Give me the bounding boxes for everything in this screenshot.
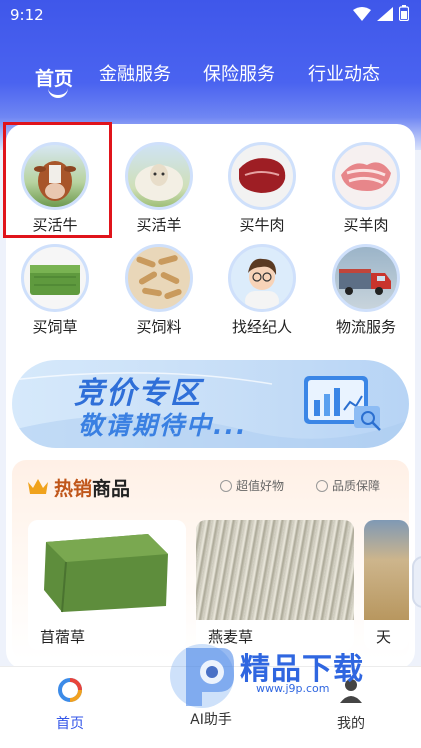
- category-label: 买饲草: [32, 318, 78, 336]
- nav-label: AI助手: [190, 712, 232, 728]
- battery-icon: [398, 5, 410, 25]
- category-label: 买牛肉: [239, 216, 285, 234]
- ai-assistant-icon: [198, 677, 224, 703]
- perk-label: 超值好物: [236, 479, 285, 493]
- category-label: 买活羊: [136, 216, 182, 234]
- alfalfa-hay-image: [28, 520, 186, 620]
- tab-insurance[interactable]: 保险服务: [203, 60, 275, 86]
- dashboard-chart-icon: [294, 370, 386, 444]
- bidding-zone-banner[interactable]: 竞价专区 敬请期待中...: [12, 360, 409, 448]
- category-buy-hay[interactable]: 买饲草: [5, 244, 105, 337]
- hay-bale-icon: [21, 244, 89, 312]
- nav-label: 首页: [56, 716, 84, 732]
- banner-subtitle: 敬请期待中...: [78, 411, 248, 440]
- sheep-icon: [125, 142, 193, 210]
- nav-home[interactable]: 首页: [25, 677, 115, 733]
- category-buy-mutton[interactable]: 买羊肉: [316, 142, 416, 235]
- product-name: 燕麦草: [208, 628, 254, 646]
- nav-profile[interactable]: 我的: [306, 677, 396, 733]
- truck-icon: [332, 244, 400, 312]
- status-icons: [353, 5, 410, 25]
- home-logo-icon: [57, 677, 83, 707]
- agent-avatar-icon: [228, 244, 296, 312]
- hot-products-section: 热销商品 超值好物 品质保障 苜蓿草 燕麦草 天: [12, 460, 409, 660]
- product-card-partial[interactable]: 天: [364, 520, 409, 650]
- hot-title-accent: 热销: [54, 478, 93, 500]
- category-label: 买饲料: [136, 318, 182, 336]
- category-label: 找经纪人: [231, 318, 292, 336]
- nav-label: 我的: [337, 716, 365, 732]
- category-label: 买羊肉: [343, 216, 389, 234]
- perk-quality: 品质保障: [316, 477, 380, 494]
- product-card[interactable]: 燕麦草: [196, 520, 354, 650]
- hot-products-title: 热销商品: [54, 474, 130, 501]
- product-card[interactable]: 苜蓿草: [28, 520, 186, 650]
- status-time: 9:12: [10, 6, 44, 24]
- wifi-icon: [353, 6, 371, 25]
- signal-icon: [377, 6, 393, 25]
- tab-home[interactable]: 首页: [35, 64, 73, 91]
- crown-icon: [26, 476, 50, 500]
- oat-hay-image: [196, 520, 354, 620]
- category-buy-feed[interactable]: 买饲料: [109, 244, 209, 337]
- bottom-navigation: 首页 AI助手 我的: [0, 666, 421, 748]
- category-logistics[interactable]: 物流服务: [316, 244, 416, 337]
- category-buy-sheep[interactable]: 买活羊: [109, 142, 209, 235]
- tab-industry-news[interactable]: 行业动态: [308, 60, 380, 86]
- category-buy-beef[interactable]: 买牛肉: [212, 142, 312, 235]
- nav-ai-assistant[interactable]: AI助手: [166, 677, 256, 729]
- tab-finance[interactable]: 金融服务: [99, 60, 171, 86]
- check-circle-icon: [220, 479, 232, 492]
- hot-title-rest: 商品: [92, 478, 131, 500]
- profile-icon: [338, 677, 364, 707]
- floating-side-button[interactable]: [412, 556, 421, 608]
- mutton-icon: [332, 142, 400, 210]
- product-name: 苜蓿草: [40, 628, 86, 646]
- category-label: 物流服务: [335, 318, 396, 336]
- beef-icon: [228, 142, 296, 210]
- pasture-image: [364, 520, 409, 620]
- category-find-agent[interactable]: 找经纪人: [212, 244, 312, 337]
- selection-highlight-box: [3, 122, 112, 238]
- status-bar: 9:12: [0, 0, 421, 32]
- check-circle-icon: [316, 479, 328, 492]
- perk-label: 品质保障: [332, 479, 381, 493]
- product-name: 天: [376, 628, 392, 646]
- perk-value: 超值好物: [220, 477, 284, 494]
- feed-pellet-icon: [125, 244, 193, 312]
